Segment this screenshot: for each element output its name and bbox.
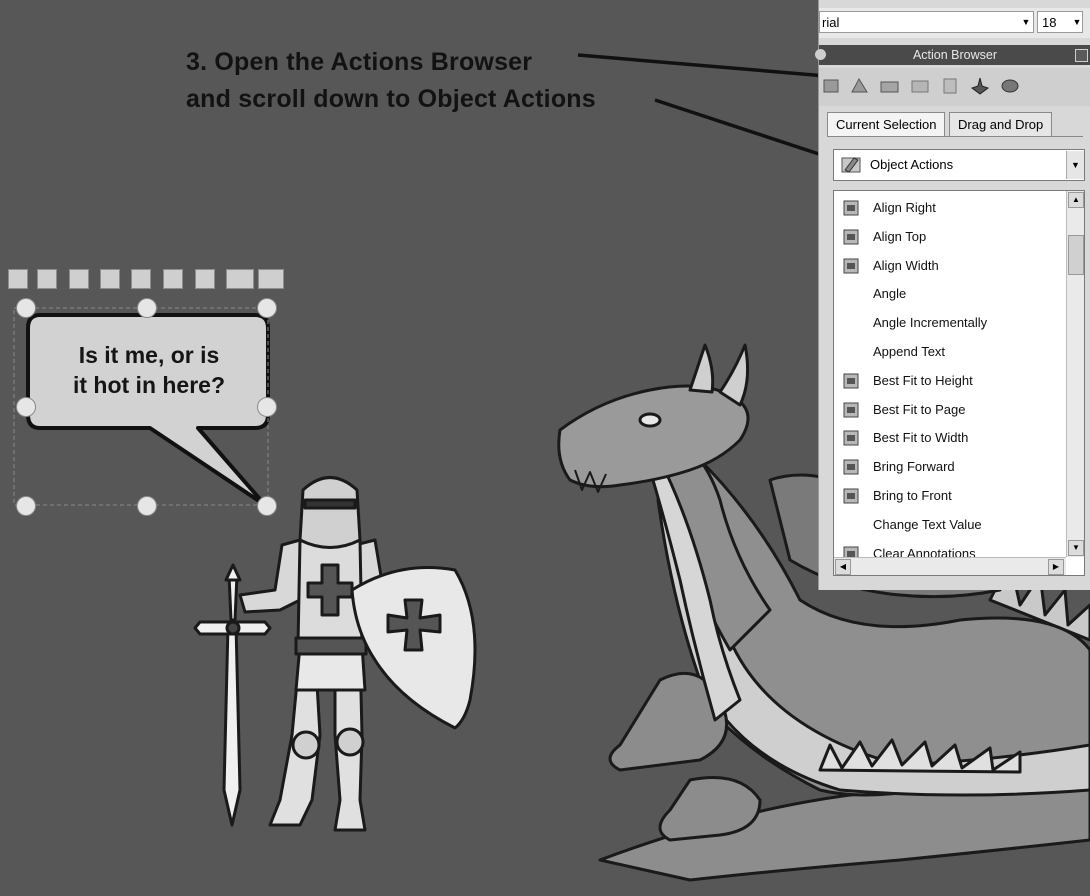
property-browser-icon[interactable] bbox=[939, 76, 961, 96]
list-item-label: Bring to Front bbox=[873, 488, 952, 503]
speech-bubble-line1: Is it me, or is bbox=[78, 342, 220, 368]
list-item[interactable]: Best Fit to Height bbox=[834, 367, 1064, 395]
font-size-value: 18 bbox=[1042, 15, 1057, 30]
list-item[interactable]: Best Fit to Width bbox=[834, 424, 1064, 452]
duplicate-icon[interactable] bbox=[195, 269, 215, 289]
list-item[interactable]: Best Fit to Page bbox=[834, 396, 1064, 424]
object-actions-icon bbox=[841, 157, 861, 173]
scroll-right-icon[interactable]: ▶ bbox=[1048, 559, 1064, 575]
panel-menu-icon[interactable] bbox=[815, 49, 826, 60]
lock-icon[interactable] bbox=[163, 269, 183, 289]
browser-icon-bar bbox=[819, 68, 1090, 106]
resize-handle-right[interactable] bbox=[257, 397, 277, 417]
best-fit-height-icon bbox=[843, 373, 859, 389]
instruction-line2: and scroll down to Object Actions bbox=[186, 85, 596, 113]
category-dropdown-icon[interactable]: ▼ bbox=[1066, 151, 1084, 179]
star-menu-icon[interactable] bbox=[226, 269, 254, 289]
tab-drag-and-drop[interactable]: Drag and Drop bbox=[949, 112, 1053, 136]
list-item-label: Angle Incrementally bbox=[873, 315, 988, 331]
list-item[interactable]: Bring Forward bbox=[834, 453, 1064, 481]
scroll-thumb[interactable] bbox=[1068, 235, 1084, 275]
list-item-label: Align Right bbox=[873, 200, 936, 215]
align-width-icon bbox=[843, 258, 859, 274]
more-menu-icon[interactable] bbox=[258, 269, 284, 289]
knight-image bbox=[193, 476, 477, 832]
list-item-label: Bring Forward bbox=[873, 459, 955, 475]
align-top-icon bbox=[843, 229, 859, 245]
rotate-icon[interactable] bbox=[8, 269, 28, 289]
resize-handle-bottom[interactable] bbox=[137, 496, 157, 516]
page-browser-icon[interactable] bbox=[821, 76, 843, 96]
resize-handle-bottom-right[interactable] bbox=[257, 496, 277, 516]
list-item[interactable]: Align Width bbox=[834, 252, 1064, 280]
action-browser-icon[interactable] bbox=[969, 76, 991, 96]
scroll-up-icon[interactable]: ▲ bbox=[1068, 192, 1084, 208]
tab-current-selection[interactable]: Current Selection bbox=[827, 112, 946, 137]
list-item-label: Align Width bbox=[873, 257, 939, 273]
speech-bubble-line2: it hot in here? bbox=[72, 372, 226, 398]
category-select[interactable]: Object Actions ▼ bbox=[833, 149, 1085, 181]
list-item-label: Best Fit to Height bbox=[873, 372, 973, 388]
font-toolbar: rial ▼ 18 ▼ bbox=[819, 8, 1090, 38]
scroll-down-icon[interactable]: ▼ bbox=[1068, 540, 1084, 556]
tab-current-selection-label: Current Selection bbox=[836, 117, 937, 132]
bring-to-front-icon bbox=[843, 488, 859, 504]
font-name-value: rial bbox=[822, 15, 840, 30]
notes-browser-icon[interactable] bbox=[909, 76, 931, 96]
list-item[interactable]: Bring to Front bbox=[834, 482, 1064, 510]
best-fit-width-icon bbox=[843, 430, 859, 446]
bring-forward-icon bbox=[843, 459, 859, 475]
panel-options-icon[interactable] bbox=[1075, 49, 1088, 62]
voting-browser-icon[interactable] bbox=[999, 76, 1021, 96]
list-item-label: Best Fit to Width bbox=[873, 430, 969, 446]
horizontal-scrollbar[interactable]: ◀ ▶ bbox=[834, 557, 1066, 575]
bring-forward-icon[interactable] bbox=[131, 269, 151, 289]
scroll-left-icon[interactable]: ◀ bbox=[835, 559, 851, 575]
instruction-line1: 3. Open the Actions Browser bbox=[186, 48, 533, 76]
list-item[interactable]: Angle Incrementally bbox=[834, 309, 1064, 337]
speech-bubble-text[interactable]: Is it me, or is it hot in here? bbox=[30, 340, 268, 400]
font-size-dropdown-icon[interactable]: ▼ bbox=[1071, 11, 1083, 33]
category-select-value: Object Actions bbox=[870, 157, 954, 172]
action-list: Align Right Align Top Align Width Angle Angl… bbox=[833, 190, 1085, 576]
list-item-label: Best Fit to Page bbox=[873, 401, 966, 417]
resize-handle-top-right[interactable] bbox=[257, 298, 277, 318]
list-item[interactable]: Align Right bbox=[834, 194, 1064, 222]
resize-handle-top-left[interactable] bbox=[16, 298, 36, 318]
resize-handle-top[interactable] bbox=[137, 298, 157, 318]
list-item[interactable]: Angle bbox=[834, 280, 1064, 308]
tab-divider bbox=[827, 136, 1083, 137]
tab-drag-and-drop-label: Drag and Drop bbox=[958, 117, 1044, 132]
resize-handle-left[interactable] bbox=[16, 397, 36, 417]
font-name-dropdown-icon[interactable]: ▼ bbox=[1018, 11, 1034, 33]
vertical-scrollbar[interactable]: ▲ ▼ bbox=[1066, 191, 1084, 557]
align-right-icon bbox=[843, 200, 859, 216]
list-item-label: Change Text Value bbox=[873, 516, 982, 532]
best-fit-page-icon bbox=[843, 402, 859, 418]
layer-icon[interactable] bbox=[100, 269, 120, 289]
list-item-label: Angle bbox=[873, 286, 907, 302]
list-item-label: Append Text bbox=[873, 344, 946, 359]
list-item[interactable]: Append Text bbox=[834, 338, 1064, 366]
resource-browser-icon[interactable] bbox=[849, 76, 871, 96]
resize-handle-bottom-left[interactable] bbox=[16, 496, 36, 516]
properties-icon[interactable] bbox=[37, 269, 57, 289]
action-browser-panel: rial ▼ 18 ▼ Action Browser Current Selec… bbox=[815, 0, 1090, 590]
instruction-text: 3. Open the Actions Browser and scroll d… bbox=[186, 44, 596, 118]
object-browser-icon[interactable] bbox=[879, 76, 901, 96]
list-item-label: Align Top bbox=[873, 228, 927, 244]
fill-icon[interactable] bbox=[69, 269, 89, 289]
list-item[interactable]: Align Top bbox=[834, 223, 1064, 251]
panel-title: Action Browser bbox=[819, 45, 1090, 65]
font-name-select[interactable]: rial bbox=[819, 11, 1034, 33]
list-item[interactable]: Change Text Value bbox=[834, 511, 1064, 539]
